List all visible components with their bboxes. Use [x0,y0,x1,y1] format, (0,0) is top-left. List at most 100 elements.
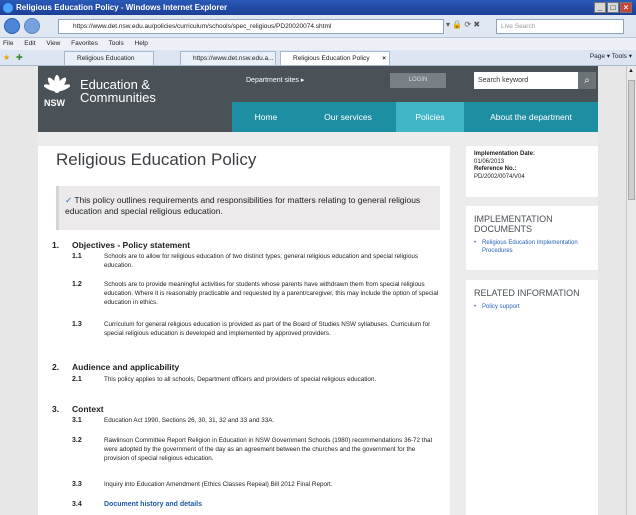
site-search-input[interactable]: Search keyword ⌕ [474,72,596,89]
policy-support-link[interactable]: Policy support [474,304,590,312]
tab-label: https://www.det.nsw.edu.a... [193,55,274,62]
tab-det-url[interactable]: https://www.det.nsw.edu.a... [180,51,276,65]
related-information-box: RELATED INFORMATION Policy support [466,280,598,515]
menu-favorites[interactable]: Favorites [71,40,98,47]
tab-religious-education-policy[interactable]: Religious Education Policy × [280,51,390,65]
section-num: 1. [52,240,60,250]
policy-item: 3.3 Inquiry into Education Amendment (Eth… [72,480,442,489]
nav-about-department[interactable]: About the department [464,102,598,132]
url-text: https://www.det.nsw.edu.au/policies/curr… [73,23,332,30]
impl-date-value: 01/06/2013 [474,158,505,165]
implementation-documents-box: IMPLEMENTATION DOCUMENTS Religious Educa… [466,206,598,270]
window-title: Religious Education Policy - Windows Int… [16,3,228,12]
address-input[interactable]: https://www.det.nsw.edu.au/policies/curr… [58,19,444,34]
add-favorites-icon[interactable]: ✚ [16,53,23,62]
policy-item: 2.1 This policy applies to all schools, D… [72,375,442,384]
reference-label: Reference No.: [474,166,517,172]
policy-main: Religious Education Policy ✓ This policy… [38,146,450,515]
site-brand[interactable]: Education & Communities [80,78,156,104]
tab-label: Religious Education [77,55,135,62]
page-title: Religious Education Policy [56,150,257,169]
address-bar-row: https://www.det.nsw.edu.au/policies/curr… [0,15,636,38]
nsw-label: NSW [44,98,65,108]
section-num: 3. [52,404,60,414]
item-text: Document history and details [104,500,442,509]
section-title: Context [72,404,104,414]
login-button[interactable]: LOGIN [390,73,446,88]
item-num: 3.1 [72,417,82,424]
item-text: Curriculum for general religious educati… [104,321,431,337]
close-window-button[interactable]: × [620,2,632,13]
scroll-up-icon[interactable]: ▲ [628,68,634,74]
policy-item: 1.1 Schools are to allow for religious ed… [72,252,442,270]
item-num: 1.2 [72,281,82,288]
implementation-documents-heading: IMPLEMENTATION DOCUMENTS [474,214,553,234]
policy-item: 3.2 Rawlinson Committee Report Religion i… [72,436,442,463]
nav-home[interactable]: Home [232,102,300,132]
site-header: NSW Education & Communities Department s… [38,66,598,132]
favorites-star-icon[interactable]: ★ [3,53,10,62]
item-num: 2.1 [72,376,82,383]
page-viewport: NSW Education & Communities Department s… [0,66,626,515]
maximize-button[interactable]: □ [607,2,619,13]
policy-item: 3.1 Education Act 1990, Sections 26, 30, … [72,416,442,425]
section-heading: 1. Objectives - Policy statement [52,240,190,250]
section-num: 2. [52,362,60,372]
vertical-scrollbar[interactable]: ▲ [626,66,636,515]
search-placeholder: Search keyword [478,77,529,84]
policy-item: 1.3 Curriculum for general religious educ… [72,320,442,338]
check-icon: ✓ [65,195,73,205]
department-sites-link[interactable]: Department sites ▸ [246,76,304,84]
item-num: 3.4 [72,501,82,508]
tab-religious-education[interactable]: Religious Education [64,51,154,65]
search-icon[interactable]: ⌕ [578,72,596,89]
item-text: Schools are to allow for religious educa… [104,253,418,269]
implementation-procedures-link[interactable]: Religious Education Implementation Proce… [474,240,590,255]
window-controls: _ □ × [594,2,632,13]
live-search-input[interactable]: Live Search [496,19,624,34]
policy-item: 3.4 Document history and details [72,500,442,509]
item-text: Rawlinson Committee Report Religion in E… [104,437,433,462]
menu-file[interactable]: File [3,40,13,47]
menu-help[interactable]: Help [135,40,148,47]
command-bar[interactable]: Page ▾ Tools ▾ [590,52,632,60]
section-title: Audience and applicability [72,362,180,372]
menu-edit[interactable]: Edit [24,40,35,47]
policy-meta-box: Implementation Date: 01/06/2013 Referenc… [466,146,598,197]
intro-text: This policy outlines requirements and re… [65,195,421,216]
minimize-button[interactable]: _ [594,2,606,13]
nav-our-services[interactable]: Our services [300,102,396,132]
scrollbar-thumb[interactable] [628,80,635,200]
section-heading: 3. Context [52,404,104,414]
policy-intro: ✓ This policy outlines requirements and … [56,186,440,230]
menu-view[interactable]: View [46,40,60,47]
tab-bar: ★ ✚ Religious Education https://www.det.… [0,50,636,66]
item-text: This policy applies to all schools, Depa… [104,376,377,383]
related-information-heading: RELATED INFORMATION [474,288,580,298]
item-num: 1.3 [72,321,82,328]
menu-bar: File Edit View Favorites Tools Help [0,38,636,50]
page-content: Religious Education Policy ✓ This policy… [38,132,598,515]
document-history-link[interactable]: Document history and details [104,501,202,508]
item-num: 1.1 [72,253,82,260]
item-text: Inquiry into Education Amendment (Ethics… [104,481,333,488]
forward-button[interactable] [24,18,40,34]
brand-line-2: Communities [80,90,156,105]
back-button[interactable] [4,18,20,34]
window-title-bar: Religious Education Policy - Windows Int… [0,0,636,15]
address-actions[interactable]: ▾ 🔒 ⟳ ✖ [446,20,480,29]
item-text: Education Act 1990, Sections 26, 30, 31,… [104,417,275,424]
item-num: 3.2 [72,437,82,444]
impl-date-label: Implementation Date: [474,151,536,157]
nav-policies[interactable]: Policies [396,102,464,132]
section-heading: 2. Audience and applicability [52,362,179,372]
menu-tools[interactable]: Tools [109,40,124,47]
reference-value: PD/2002/0074/V04 [474,173,525,180]
ie-icon [3,3,13,13]
tab-label: Religious Education Policy [293,55,370,62]
section-title: Objectives - Policy statement [72,240,191,250]
policy-item: 1.2 Schools are to provide meaningful act… [72,280,442,307]
item-num: 3.3 [72,481,82,488]
close-tab-icon[interactable]: × [382,52,386,65]
item-text: Schools are to provide meaningful activi… [104,281,439,306]
